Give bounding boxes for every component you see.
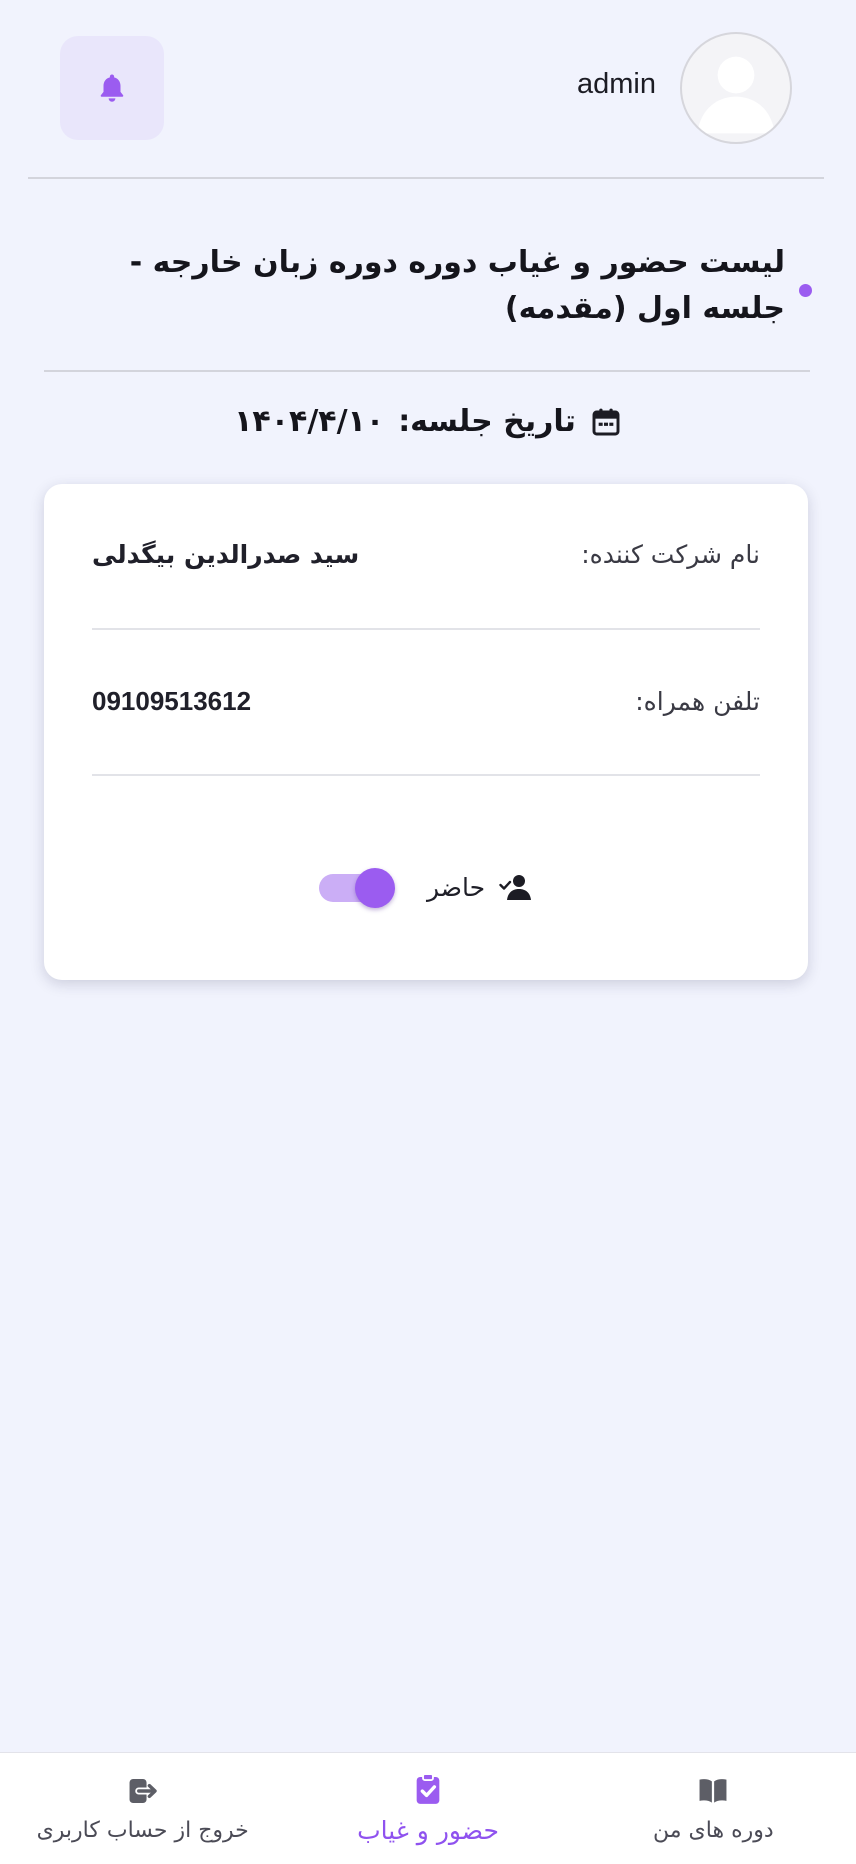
username: admin — [577, 68, 656, 100]
clipboard-check-icon — [416, 1773, 440, 1804]
user-silhouette-icon — [697, 56, 775, 134]
presence-label: حاضر — [426, 872, 486, 902]
participant-name-label: نام شرکت کننده: — [581, 540, 760, 569]
nav-label: دوره های من — [653, 1818, 774, 1843]
session-date-value: ۱۴۰۴/۴/۱۰ — [234, 404, 385, 439]
card-divider — [92, 628, 760, 630]
avatar[interactable] — [680, 32, 792, 144]
nav-logout[interactable]: خروج از حساب کاربری — [0, 1753, 285, 1864]
toggle-knob — [354, 868, 395, 908]
bottom-navigation: دوره های من حضور و غیاب خروج از حساب کار… — [0, 1752, 856, 1864]
participant-name-row: نام شرکت کننده: سید صدرالدین بیگدلی — [92, 540, 760, 569]
participant-card: نام شرکت کننده: سید صدرالدین بیگدلی تلفن… — [44, 484, 808, 980]
nav-attendance[interactable]: حضور و غیاب — [285, 1753, 570, 1864]
user-check-icon — [499, 873, 533, 901]
app-header: admin — [0, 0, 856, 178]
header-divider — [28, 177, 824, 179]
book-open-icon — [699, 1779, 727, 1803]
participant-name-value: سید صدرالدین بیگدلی — [92, 540, 360, 569]
page-title: لیست حضور و غیاب دوره دوره زبان خارجه - … — [129, 245, 785, 326]
presence-toggle[interactable] — [318, 868, 395, 908]
logout-icon — [129, 1778, 158, 1804]
title-divider — [44, 370, 810, 372]
nav-label: حضور و غیاب — [357, 1816, 499, 1845]
attendance-page: admin لیست حضور و غیاب دوره دوره زبان خا… — [0, 0, 856, 1864]
presence-control: حاضر — [44, 868, 808, 908]
participant-phone-value: 09109513612 — [92, 686, 252, 716]
bell-icon — [100, 74, 124, 102]
title-bullet — [799, 284, 812, 297]
nav-my-courses[interactable]: دوره های من — [571, 1753, 856, 1864]
nav-label: خروج از حساب کاربری — [36, 1818, 249, 1843]
participant-phone-row: تلفن همراه: 09109513612 — [92, 686, 760, 717]
calendar-icon — [590, 406, 622, 438]
participant-phone-label: تلفن همراه: — [635, 687, 760, 716]
session-date: تاریخ جلسه: ۱۴۰۴/۴/۱۰ — [0, 404, 856, 439]
page-title-block: لیست حضور و غیاب دوره دوره زبان خارجه - … — [60, 240, 812, 332]
session-date-label: تاریخ جلسه: — [398, 404, 576, 439]
notifications-button[interactable] — [60, 36, 164, 140]
card-divider — [92, 774, 760, 776]
